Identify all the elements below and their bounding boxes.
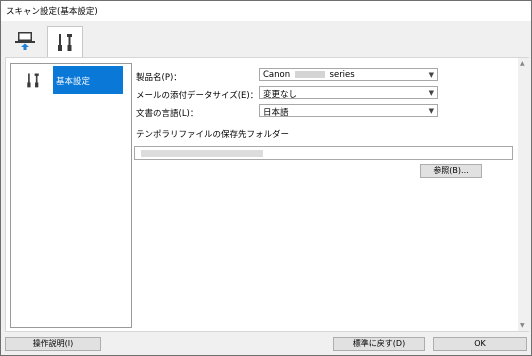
chevron-down-icon: ▼ (428, 89, 434, 97)
tab-general-settings[interactable] (47, 26, 83, 57)
settings-window: スキャン設定(基本設定) 基本設定 製品名(P)： Canon series ▼… (0, 0, 532, 356)
redacted-model (294, 71, 325, 78)
tools-icon (58, 34, 72, 51)
product-value-prefix: Canon (263, 70, 291, 80)
attachment-size-select[interactable]: 変更なし ▼ (259, 86, 438, 100)
language-value: 日本語 (263, 108, 289, 118)
window-title: スキャン設定(基本設定) (6, 7, 98, 17)
product-value-suffix: series (329, 70, 355, 80)
computer-scan-icon (15, 32, 35, 50)
chevron-down-icon: ▼ (428, 71, 434, 79)
sidebar-item-label: 基本設定 (53, 66, 123, 94)
ok-button[interactable]: OK (433, 337, 527, 351)
product-label: 製品名(P)： (136, 73, 182, 83)
settings-panel: 基本設定 製品名(P)： Canon series ▼ メールの添付データサイズ… (5, 57, 529, 332)
title-bar: スキャン設定(基本設定) (1, 1, 531, 21)
product-select[interactable]: Canon series ▼ (259, 68, 438, 81)
settings-form: 製品名(P)： Canon series ▼ メールの添付データサイズ(E)： … (132, 58, 518, 328)
language-select[interactable]: 日本語 ▼ (259, 104, 438, 118)
tab-scan-from-computer[interactable] (7, 26, 43, 56)
temp-folder-label: テンポラリファイルの保存先フォルダー (136, 130, 290, 140)
vertical-scrollbar[interactable]: ▲ ▼ (518, 58, 529, 331)
language-label: 文書の言語(L)： (136, 109, 199, 119)
redacted-path (141, 150, 263, 157)
help-button[interactable]: 操作説明(I) (5, 337, 101, 351)
restore-defaults-button[interactable]: 標準に戻す(D) (333, 337, 425, 351)
attachment-size-label: メールの添付データサイズ(E)： (136, 91, 259, 101)
chevron-down-icon: ▼ (428, 107, 434, 115)
sidebar: 基本設定 (10, 63, 132, 328)
scroll-down-icon[interactable]: ▼ (520, 322, 525, 329)
scroll-up-icon[interactable]: ▲ (520, 60, 525, 67)
tab-strip (1, 21, 531, 57)
attachment-size-value: 変更なし (263, 90, 298, 100)
browse-button[interactable]: 参照(B)... (420, 164, 482, 178)
tools-icon (13, 66, 53, 94)
temp-folder-path-field[interactable] (134, 146, 513, 160)
sidebar-item-general-settings[interactable]: 基本設定 (13, 66, 131, 94)
